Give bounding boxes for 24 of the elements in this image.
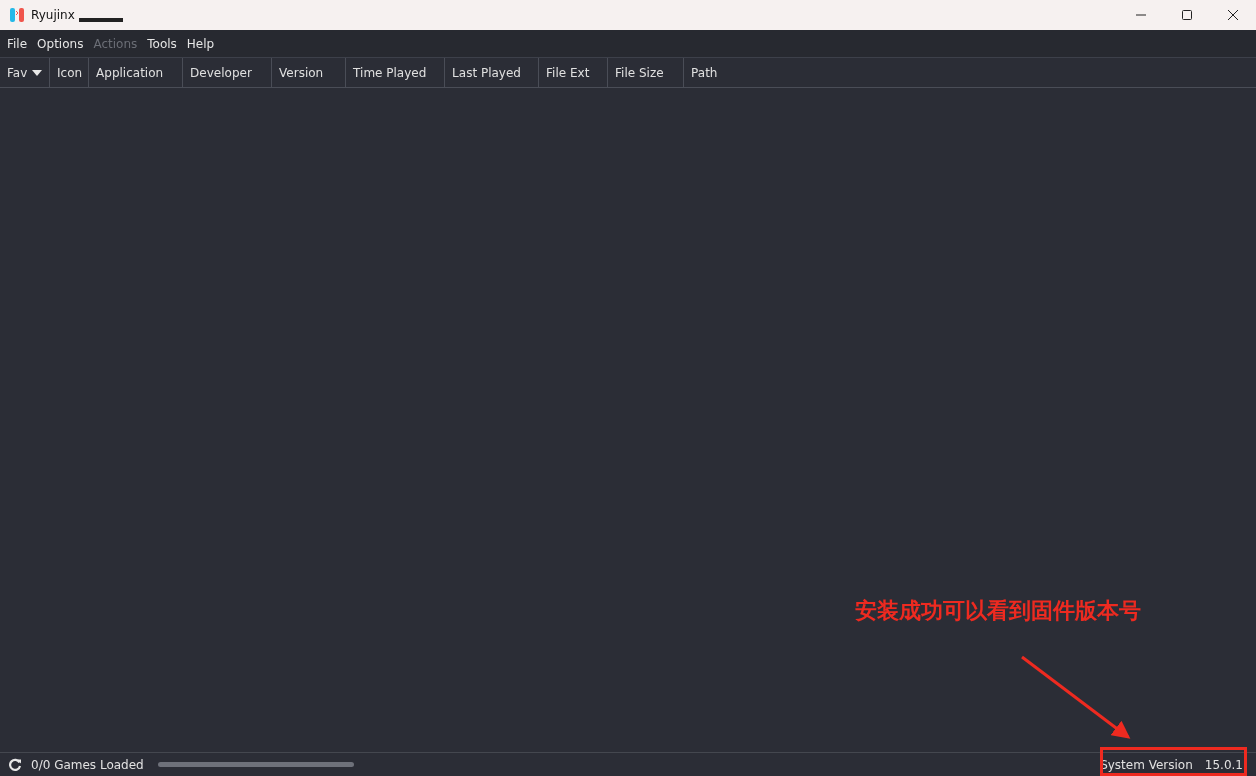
sort-caret-icon — [32, 69, 43, 76]
column-header[interactable]: Time Played — [346, 58, 446, 87]
app-logo-icon — [9, 7, 25, 23]
system-version-value: 15.0.1 — [1204, 757, 1243, 772]
maximize-icon[interactable] — [1181, 9, 1193, 21]
redaction-bar — [78, 18, 123, 22]
column-header[interactable]: Application — [89, 58, 184, 87]
column-header[interactable]: File Ext — [539, 58, 609, 87]
column-header[interactable]: Fav — [0, 58, 50, 87]
window-title: Ryujinx — [31, 8, 75, 22]
menu-item[interactable]: Help — [181, 34, 220, 53]
column-header[interactable]: Icon — [50, 58, 90, 87]
close-icon[interactable] — [1227, 9, 1239, 21]
menu-item[interactable]: File — [2, 34, 33, 53]
annotation-text: 安装成功可以看到固件版本号 — [855, 597, 1141, 625]
column-header[interactable]: Path — [684, 58, 1256, 87]
refresh-icon[interactable] — [8, 757, 22, 772]
column-header[interactable]: Version — [272, 58, 347, 87]
column-header[interactable]: File Size — [608, 58, 685, 87]
column-header[interactable]: Developer — [183, 58, 273, 87]
menu-item[interactable]: Tools — [142, 34, 182, 53]
menu-item[interactable]: Options — [32, 34, 89, 53]
games-loaded-text: 0/0 Games Loaded — [31, 757, 144, 772]
column-header[interactable]: Last Played — [445, 58, 540, 87]
